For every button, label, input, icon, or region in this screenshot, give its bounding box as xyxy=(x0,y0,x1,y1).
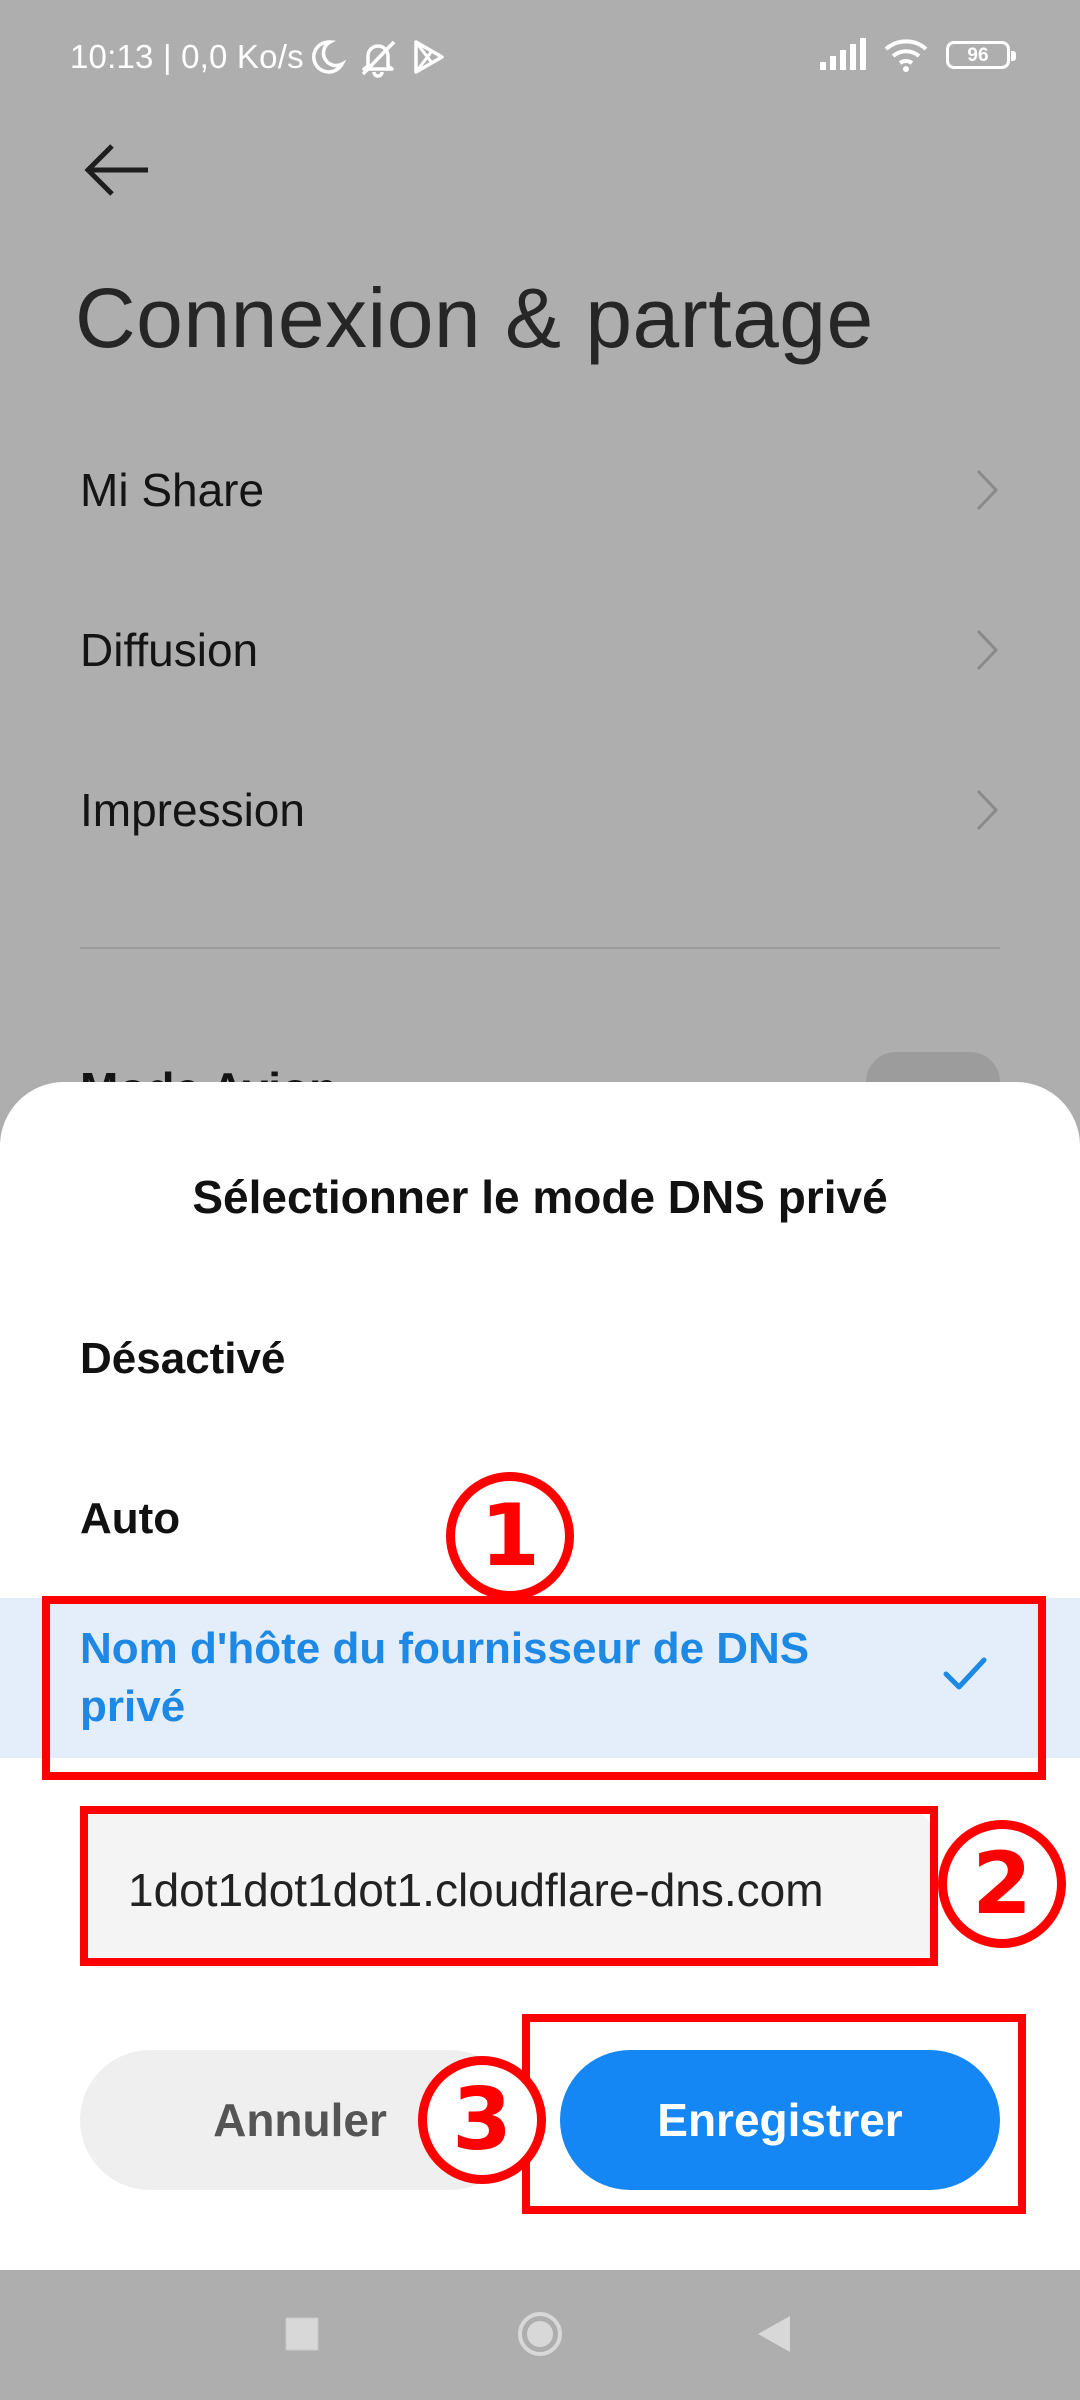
battery-level: 96 xyxy=(967,44,989,66)
menu-item-mi-share[interactable]: Mi Share xyxy=(80,430,1000,550)
menu-item-label: Diffusion xyxy=(80,624,259,676)
status-bar: 10:13 | 0,0 Ko/s 96 xyxy=(0,0,1080,120)
play-store-icon xyxy=(414,40,444,74)
recents-icon[interactable] xyxy=(284,2316,320,2352)
status-icons-left xyxy=(308,38,446,78)
checkmark-icon xyxy=(943,1657,987,1690)
home-icon[interactable] xyxy=(516,2310,564,2358)
menu-item-diffusion[interactable]: Diffusion xyxy=(80,590,1000,710)
save-button[interactable]: Enregistrer xyxy=(560,2050,1000,2190)
option-desactive[interactable]: Désactivé xyxy=(80,1334,285,1384)
option-hostname-label: Nom d'hôte du fournisseur de DNS privé xyxy=(80,1624,810,1731)
wifi-icon xyxy=(884,39,928,72)
option-hostname[interactable]: Nom d'hôte du fournisseur de DNS privé xyxy=(0,1598,1080,1758)
battery-icon: 96 xyxy=(946,41,1016,69)
menu-item-label: Impression xyxy=(80,784,305,836)
annotation-number-2: 2 xyxy=(938,1820,1066,1948)
option-auto[interactable]: Auto xyxy=(80,1494,180,1544)
back-arrow-icon[interactable] xyxy=(82,142,154,198)
chevron-right-icon xyxy=(976,629,999,671)
status-icons-right: 96 xyxy=(818,38,1016,72)
annotation-number-1: 1 xyxy=(446,1472,574,1600)
divider xyxy=(80,947,1000,949)
signal-icon xyxy=(820,38,866,70)
page-title: Connexion & partage xyxy=(75,271,874,365)
navigation-bar xyxy=(0,2270,1080,2400)
chevron-right-icon xyxy=(976,789,999,831)
back-icon[interactable] xyxy=(756,2314,792,2354)
status-time: 10:13 | 0,0 Ko/s xyxy=(70,38,304,75)
bell-off-icon xyxy=(361,40,396,78)
annotation-number-3: 3 xyxy=(418,2056,546,2184)
menu-item-impression[interactable]: Impression xyxy=(80,750,1000,870)
dns-mode-dialog: Sélectionner le mode DNS privé Désactivé… xyxy=(0,1082,1080,2270)
menu-item-label: Mi Share xyxy=(80,464,265,516)
dialog-title: Sélectionner le mode DNS privé xyxy=(192,1171,888,1223)
hostname-input[interactable]: 1dot1dot1dot1.cloudflare-dns.com xyxy=(80,1812,932,1968)
moon-icon xyxy=(312,40,346,74)
chevron-right-icon xyxy=(976,469,999,511)
